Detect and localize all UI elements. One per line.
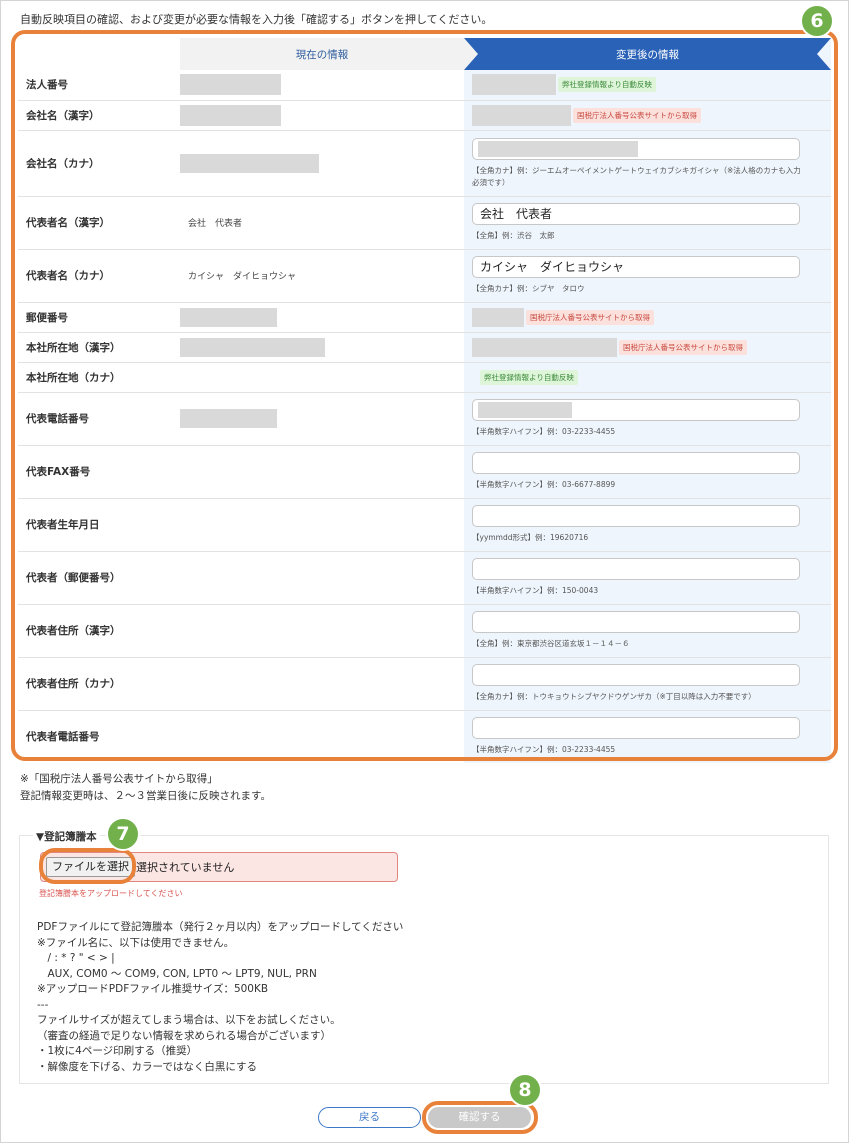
label-addr-kana: 本社所在地（カナ） bbox=[18, 362, 180, 393]
row-addr-kana: 本社所在地（カナ） 弊社登録情報より自動反映 bbox=[18, 362, 831, 393]
tel-input[interactable] bbox=[472, 399, 800, 421]
label-rep-kana: 代表者名（カナ） bbox=[18, 249, 180, 303]
row-rep-addr-kana: 代表者住所（カナ） 【全角カナ】例：トウキョウトシブヤクドウゲンザカ（※丁目以降… bbox=[18, 657, 831, 711]
masked-value bbox=[180, 307, 277, 327]
row-zip: 郵便番号 国税庁法人番号公表サイトから取得 bbox=[18, 302, 831, 333]
label-corp-no: 法人番号 bbox=[18, 70, 180, 101]
masked-value bbox=[472, 337, 617, 357]
label-name-kana: 会社名（カナ） bbox=[18, 130, 180, 197]
current-rep-kanji: 会社 代表者 bbox=[180, 196, 464, 250]
label-birth: 代表者生年月日 bbox=[18, 498, 180, 552]
row-tel: 代表電話番号 【半角数字ハイフン】例：03-2233-4455 bbox=[18, 392, 831, 446]
back-button[interactable]: 戻る bbox=[318, 1107, 421, 1128]
file-status: 選択されていません bbox=[136, 861, 235, 874]
register-section: ▼登記簿謄本 ファイルを選択 選択されていません 登記簿謄本をアップロードしてく… bbox=[19, 829, 829, 1084]
rep-kanji-hint: 【全角】例：渋谷 太郎 bbox=[472, 231, 555, 240]
highlight-file-button-7 bbox=[39, 848, 136, 884]
note-line-2: 登記情報変更時は、２～３営業日後に反映されます。 bbox=[20, 790, 271, 802]
row-rep-kanji: 代表者名（漢字） 会社 代表者 会社 代表者 【全角】例：渋谷 太郎 bbox=[18, 196, 831, 250]
label-name-kanji: 会社名（漢字） bbox=[18, 100, 180, 131]
header-current: 現在の情報 bbox=[180, 38, 478, 70]
label-fax: 代表FAX番号 bbox=[18, 445, 180, 499]
step-badge-7: 7 bbox=[106, 817, 140, 851]
rep-addr-kanji-input[interactable] bbox=[472, 611, 800, 633]
name-kana-input[interactable] bbox=[472, 137, 800, 160]
row-addr-kanji: 本社所在地（漢字） 国税庁法人番号公表サイトから取得 bbox=[18, 332, 831, 363]
masked-value bbox=[180, 409, 277, 428]
current-rep-kana: カイシャ ダイヒョウシャ bbox=[180, 249, 464, 303]
info-table: 現在の情報 変更後の情報 法人番号 弊社登録情報より自動反映 会社名（漢字） 国… bbox=[18, 38, 831, 763]
register-title: ▼登記簿謄本 bbox=[33, 829, 100, 844]
note-text: ※「国税庁法人番号公表サイトから取得」 登記情報変更時は、２～３営業日後に反映さ… bbox=[20, 771, 271, 805]
rep-tel-input[interactable] bbox=[472, 717, 800, 740]
label-rep-addr-kanji: 代表者住所（漢字） bbox=[18, 604, 180, 658]
intro-text: 自動反映項目の確認、および変更が必要な情報を入力後「確認する」ボタンを押してくだ… bbox=[20, 13, 493, 26]
tag-nta: 国税庁法人番号公表サイトから取得 bbox=[619, 339, 747, 355]
row-rep-tel: 代表者電話番号 【半角数字ハイフン】例：03-2233-4455 bbox=[18, 710, 831, 763]
fax-input[interactable] bbox=[472, 452, 800, 474]
tag-nta: 国税庁法人番号公表サイトから取得 bbox=[573, 107, 701, 123]
row-fax: 代表FAX番号 【半角数字ハイフン】例：03-6677-8899 bbox=[18, 445, 831, 499]
step-badge-8: 8 bbox=[508, 1073, 542, 1107]
tag-auto: 弊社登録情報より自動反映 bbox=[558, 77, 656, 93]
note-line-1: ※「国税庁法人番号公表サイトから取得」 bbox=[20, 773, 218, 785]
table-header: 現在の情報 変更後の情報 bbox=[18, 38, 831, 70]
rep-kana-hint: 【全角カナ】例：シブヤ タロウ bbox=[472, 284, 585, 293]
masked-value bbox=[478, 140, 638, 157]
masked-value bbox=[180, 337, 325, 357]
step-badge-6: 6 bbox=[800, 4, 834, 38]
masked-value bbox=[180, 153, 319, 173]
name-kana-hint: 【全角カナ】例：ジーエムオーペイメントゲートウェイカブシキガイシャ（※法人格のカ… bbox=[472, 165, 801, 187]
masked-value bbox=[180, 104, 281, 126]
label-zip: 郵便番号 bbox=[18, 302, 180, 333]
upload-instructions: PDFファイルにて登記簿謄本（発行２ヶ月以内）をアップロードしてください ※ファ… bbox=[37, 921, 404, 1073]
masked-value bbox=[472, 307, 524, 327]
masked-value bbox=[180, 74, 281, 96]
tag-nta: 国税庁法人番号公表サイトから取得 bbox=[526, 309, 654, 325]
rep-tel-hint: 【半角数字ハイフン】例：03-2233-4455 bbox=[472, 745, 616, 755]
tel-hint: 【半角数字ハイフン】例：03-2233-4455 bbox=[472, 427, 616, 436]
upload-error: 登記簿謄本をアップロードしてください bbox=[39, 889, 183, 898]
header-new: 変更後の情報 bbox=[464, 38, 831, 70]
label-tel: 代表電話番号 bbox=[18, 392, 180, 446]
tag-auto: 弊社登録情報より自動反映 bbox=[480, 369, 578, 385]
label-rep-kanji: 代表者名（漢字） bbox=[18, 196, 180, 250]
row-rep-zip: 代表者（郵便番号） 【半角数字ハイフン】例：150-0043 bbox=[18, 551, 831, 605]
rep-kanji-input[interactable]: 会社 代表者 bbox=[472, 203, 800, 225]
rep-kana-input[interactable]: カイシャ ダイヒョウシャ bbox=[472, 256, 800, 278]
birth-input[interactable] bbox=[472, 505, 800, 527]
row-name-kanji: 会社名（漢字） 国税庁法人番号公表サイトから取得 bbox=[18, 100, 831, 131]
row-corp-no: 法人番号 弊社登録情報より自動反映 bbox=[18, 70, 831, 101]
row-name-kana: 会社名（カナ） 【全角カナ】例：ジーエムオーペイメントゲートウェイカブシキガイシ… bbox=[18, 130, 831, 197]
rep-zip-input[interactable] bbox=[472, 558, 800, 580]
rep-addr-kana-input[interactable] bbox=[472, 664, 800, 686]
masked-value bbox=[478, 402, 572, 418]
row-rep-kana: 代表者名（カナ） カイシャ ダイヒョウシャ カイシャ ダイヒョウシャ 【全角カナ… bbox=[18, 249, 831, 303]
birth-hint: 【yymmdd形式】例：19620716 bbox=[472, 533, 589, 542]
masked-value bbox=[472, 74, 556, 96]
label-addr-kanji: 本社所在地（漢字） bbox=[18, 332, 180, 363]
row-birth: 代表者生年月日 【yymmdd形式】例：19620716 bbox=[18, 498, 831, 552]
rep-zip-hint: 【半角数字ハイフン】例：150-0043 bbox=[472, 586, 599, 595]
label-rep-zip: 代表者（郵便番号） bbox=[18, 551, 180, 605]
rep-addr-kanji-hint: 【全角】例：東京都渋谷区道玄坂１－１４－６ bbox=[472, 639, 630, 648]
rep-addr-kana-hint: 【全角カナ】例：トウキョウトシブヤクドウゲンザカ（※丁目以降は入力不要です） bbox=[472, 692, 756, 701]
fax-hint: 【半角数字ハイフン】例：03-6677-8899 bbox=[472, 480, 616, 489]
row-rep-addr-kanji: 代表者住所（漢字） 【全角】例：東京都渋谷区道玄坂１－１４－６ bbox=[18, 604, 831, 658]
label-rep-tel: 代表者電話番号 bbox=[26, 731, 100, 744]
masked-value bbox=[472, 104, 571, 126]
label-rep-addr-kana: 代表者住所（カナ） bbox=[18, 657, 180, 711]
